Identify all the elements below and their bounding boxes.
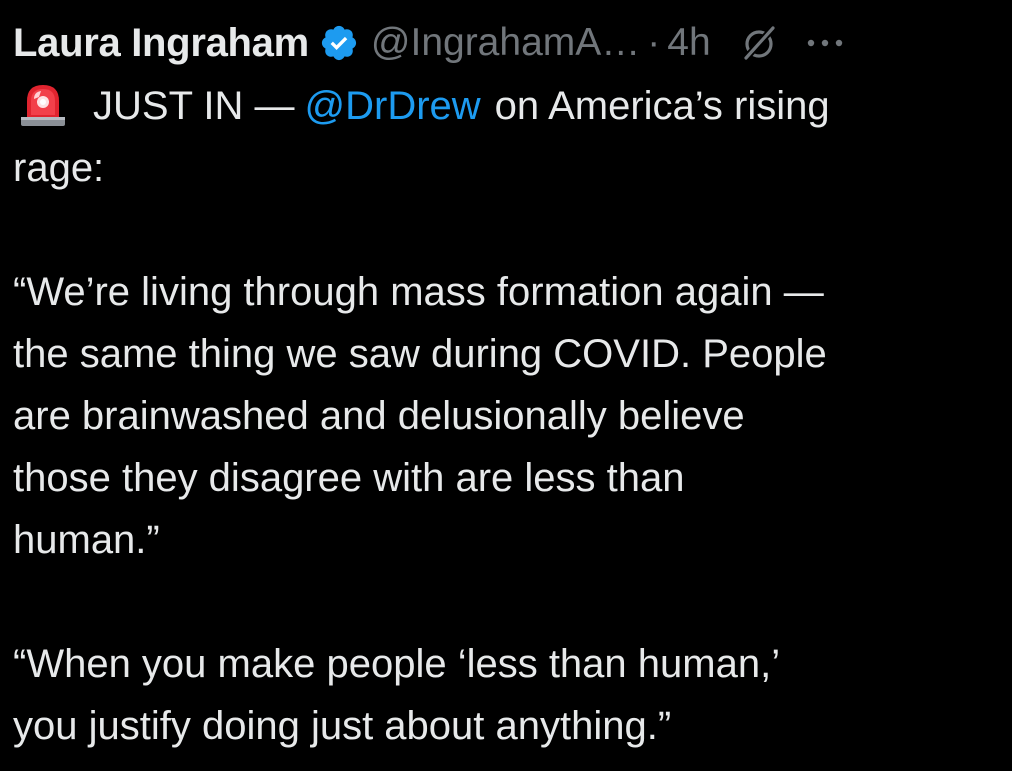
grok-icon[interactable]	[739, 23, 779, 63]
separator-dot: ·	[647, 21, 661, 64]
tweet-line-1-suffix: on America’s rising	[494, 84, 830, 128]
quote-line: you justify doing just about anything.”	[13, 704, 672, 748]
tweet-line-1: JUST IN — @DrDrew on America’s rising	[13, 75, 998, 137]
quote-line: “When you make people ‘less than human,’	[13, 642, 781, 686]
tweet-text: JUST IN — @DrDrew on America’s rising rage…	[13, 75, 998, 757]
author-handle[interactable]: @IngrahamA…	[371, 21, 640, 65]
quote-line: the same thing we saw during COVID. Peop…	[13, 332, 827, 376]
quote-line: “We’re living through mass formation aga…	[13, 270, 824, 314]
timestamp[interactable]: 4h	[667, 21, 710, 65]
more-options-icon[interactable]	[803, 23, 847, 63]
quote-line: are brainwashed and delusionally believe	[13, 394, 745, 438]
police-siren-emoji-icon	[17, 77, 69, 129]
tweet-line-1-prefix: JUST IN —	[93, 84, 295, 128]
tweet[interactable]: Laura Ingraham @IngrahamA… · 4h JUST IN …	[13, 14, 998, 757]
mention-link[interactable]: @DrDrew	[305, 84, 481, 128]
quote-line: human.”	[13, 518, 160, 562]
quote-line: those they disagree with are less than	[13, 456, 685, 500]
tweet-header: Laura Ingraham @IngrahamA… · 4h	[13, 14, 998, 72]
author-name[interactable]: Laura Ingraham	[13, 21, 309, 66]
verified-badge-icon[interactable]	[319, 23, 359, 63]
tweet-line-2: rage:	[13, 146, 105, 190]
